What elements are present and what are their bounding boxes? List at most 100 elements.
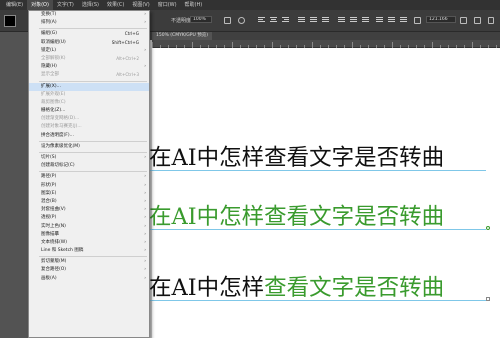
text-line-3-black: 在AI中怎样 — [149, 275, 265, 301]
menu-icon[interactable] — [474, 17, 481, 24]
menu-item-label: 扩展(X)... — [41, 83, 61, 89]
menu-item[interactable]: 切片(S) › — [29, 154, 149, 162]
menu-3[interactable]: 选择(S) — [78, 0, 103, 10]
link-icon[interactable] — [460, 17, 467, 24]
menu-item[interactable]: 栅格化(Z)... — [29, 107, 149, 115]
distribute-center-icon[interactable] — [388, 17, 395, 24]
distribute-middle-icon[interactable] — [350, 17, 357, 24]
panel-options-icon[interactable] — [488, 17, 494, 24]
menu-item[interactable]: 隐藏(H) › — [29, 63, 149, 71]
align-right-icon[interactable] — [282, 17, 289, 24]
menu-item: 全部解锁(K) Alt+Ctrl+2 — [29, 55, 149, 63]
menu-6[interactable]: 窗口(W) — [154, 0, 181, 10]
distribute-right-icon[interactable] — [400, 17, 407, 24]
baseline-1 — [149, 170, 486, 171]
text-line-1[interactable]: 在AI中怎样查看文字是否转曲 — [149, 144, 444, 172]
menu-item-shortcut: Alt+Ctrl+2 — [116, 55, 139, 61]
style-icon[interactable] — [238, 17, 245, 24]
submenu-arrow-icon: › — [144, 174, 146, 180]
menu-0[interactable]: 编辑(E) — [2, 0, 27, 10]
menu-separator — [39, 171, 147, 173]
menu-item[interactable]: 设为像素级优化(M) — [29, 143, 149, 151]
menu-item[interactable]: 图案(E) › — [29, 190, 149, 198]
document-tab[interactable]: 150% (CMYK/GPU 预览) — [152, 32, 212, 40]
menu-item-label: 复合路径(O) — [41, 267, 67, 273]
menu-item[interactable]: 取消编组(U) Shift+Ctrl+G — [29, 39, 149, 47]
menu-item[interactable]: Line 和 Sketch 图稿 › — [29, 247, 149, 255]
submenu-arrow-icon: › — [144, 12, 146, 17]
menu-item-label: 画板(A) — [41, 275, 57, 281]
menu-item[interactable]: 画板(A) › — [29, 275, 149, 283]
menu-item-label: 创建裁切标记(C) — [41, 163, 75, 169]
menu-item[interactable]: 形状(P) › — [29, 182, 149, 190]
menu-separator — [39, 140, 147, 142]
menu-item-label: 扩展外观(E) — [41, 91, 66, 97]
align-top-icon[interactable] — [298, 17, 305, 24]
menu-item-label: 混合(B) — [41, 198, 57, 204]
menu-item[interactable]: 锁定(L) › — [29, 47, 149, 55]
menu-item[interactable]: 拼合透明度(F)... — [29, 132, 149, 140]
menu-item[interactable]: 剪切蒙版(M) › — [29, 258, 149, 266]
text-line-2[interactable]: 在AI中怎样查看文字是否转曲 — [149, 203, 444, 231]
menu-7[interactable]: 帮助(H) — [181, 0, 207, 10]
menu-item-label: Line 和 Sketch 图稿 — [41, 248, 84, 254]
horizontal-ruler — [152, 40, 500, 48]
menu-4[interactable]: 效果(C) — [103, 0, 128, 10]
menu-item[interactable]: 编组(G) Ctrl+G — [29, 30, 149, 38]
menu-item[interactable]: 变换(T) › — [29, 11, 149, 19]
distribute-top-icon[interactable] — [338, 17, 345, 24]
fill-swatch[interactable] — [4, 15, 16, 27]
text-line-3-green: 查看文字是否转曲 — [264, 275, 445, 301]
text-anchor-point[interactable] — [486, 226, 490, 230]
submenu-arrow-icon: › — [144, 155, 146, 160]
menu-1[interactable]: 对象(O) — [27, 0, 53, 10]
bounding-box-handle[interactable] — [486, 297, 490, 301]
distribute-left-icon[interactable] — [376, 17, 383, 24]
submenu-arrow-icon: › — [144, 259, 146, 265]
menu-item-label: 编组(G) — [41, 31, 57, 37]
x-field[interactable]: 121.166 — [426, 16, 456, 23]
menu-5[interactable]: 视图(V) — [128, 0, 153, 10]
opacity-field[interactable]: 100% — [190, 16, 212, 23]
submenu-arrow-icon: › — [144, 267, 146, 273]
align-bottom-icon[interactable] — [322, 17, 329, 24]
menu-2[interactable]: 文字(T) — [53, 0, 78, 10]
menu-item-label: 路径(P) — [41, 174, 57, 180]
menu-item[interactable]: 创建裁切标记(C) — [29, 162, 149, 170]
submenu-arrow-icon: › — [144, 275, 146, 281]
submenu-arrow-icon: › — [144, 239, 146, 245]
menu-item-label: 形状(P) — [41, 182, 57, 188]
distribute-bottom-icon[interactable] — [362, 17, 369, 24]
text-line-3[interactable]: 在AI中怎样查看文字是否转曲 — [149, 274, 444, 302]
align-middle-icon[interactable] — [310, 17, 317, 24]
object-menu-dropdown: 变换(T) › 排列(A) › 编组(G) Ctrl+G 取消编组(U) Shift+Ctrl… — [28, 10, 150, 338]
menu-item[interactable]: 排列(A) › — [29, 19, 149, 27]
menu-item-label: 锁定(L) — [41, 47, 57, 53]
submenu-arrow-icon: › — [144, 47, 146, 53]
menu-separator — [39, 256, 147, 258]
menu-item-label: 栅格化(Z)... — [41, 108, 66, 114]
menu-item-label: 裁剪图像(C) — [41, 99, 66, 105]
menu-item: 显示全部 Alt+Ctrl+3 — [29, 71, 149, 79]
submenu-arrow-icon: › — [144, 248, 146, 254]
submenu-arrow-icon: › — [144, 215, 146, 221]
submenu-arrow-icon: › — [144, 190, 146, 196]
menu-item[interactable]: 图像描摹 › — [29, 231, 149, 239]
menu-item[interactable]: 透视(P) › — [29, 214, 149, 222]
menu-separator — [39, 152, 147, 153]
menu-item[interactable]: 文本绕排(W) › — [29, 239, 149, 247]
menu-item-label: 封套扭曲(V) — [41, 207, 66, 213]
menu-item[interactable]: 扩展(X)... — [29, 82, 149, 91]
menu-item[interactable]: 复合路径(O) › — [29, 266, 149, 274]
recolor-icon[interactable] — [224, 17, 231, 24]
transform-icon[interactable] — [414, 17, 421, 24]
menu-item[interactable]: 封套扭曲(V) › — [29, 206, 149, 214]
menu-item: 扩展外观(E) — [29, 91, 149, 99]
menu-item[interactable]: 实时上色(N) › — [29, 223, 149, 231]
menu-item-label: 排列(A) — [41, 20, 57, 26]
submenu-arrow-icon: › — [144, 207, 146, 213]
align-left-icon[interactable] — [258, 17, 265, 24]
menu-item[interactable]: 路径(P) › — [29, 173, 149, 181]
menu-item[interactable]: 混合(B) › — [29, 198, 149, 206]
align-center-icon[interactable] — [270, 17, 277, 24]
